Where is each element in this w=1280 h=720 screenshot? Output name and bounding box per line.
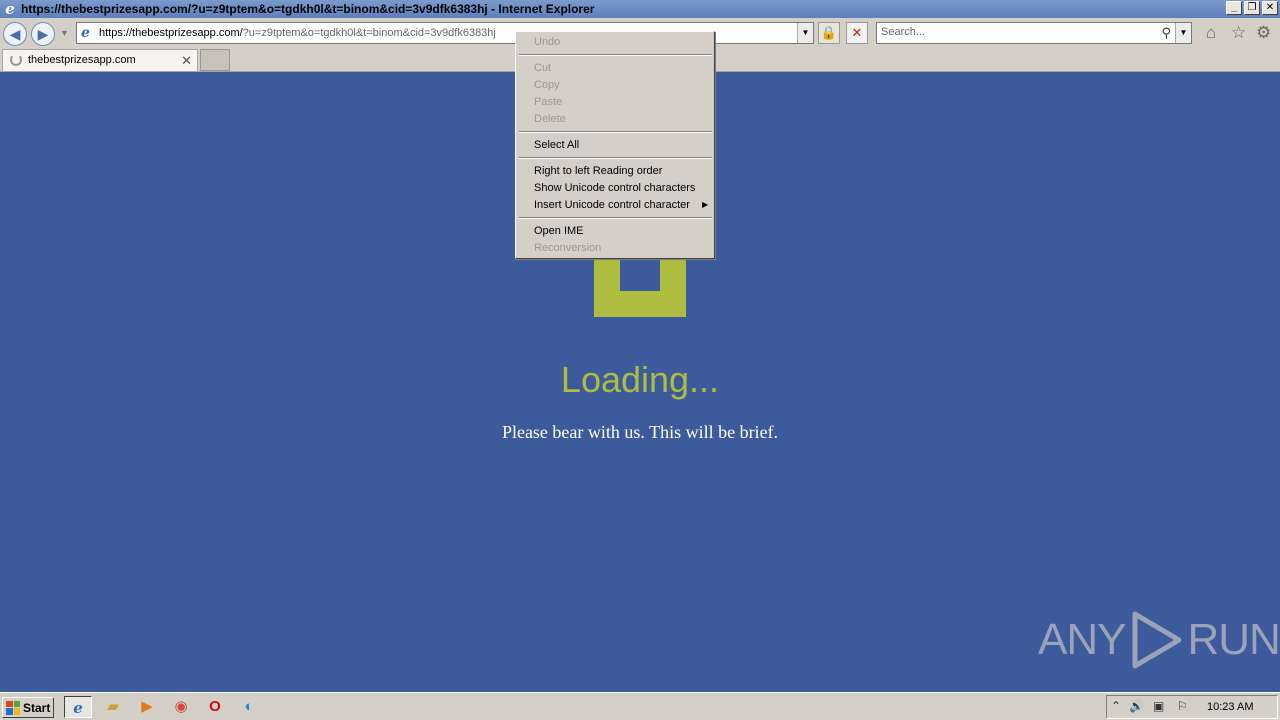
menu-separator: [519, 157, 712, 159]
home-icon[interactable]: ⌂: [1206, 24, 1216, 42]
new-tab-button[interactable]: [200, 49, 230, 71]
start-button[interactable]: Start: [2, 697, 54, 718]
loading-subtitle: Please bear with us. This will be brief.: [501, 422, 779, 442]
search-input[interactable]: [881, 26, 1151, 38]
watermark-right-text: RUN: [1187, 615, 1280, 664]
network-icon[interactable]: ▣: [1153, 699, 1164, 713]
clock[interactable]: 10:23 AM: [1207, 701, 1253, 713]
address-url[interactable]: https://thebestprizesapp.com/?u=z9tptem&…: [99, 27, 496, 39]
minimize-button[interactable]: _: [1226, 1, 1242, 15]
stop-button[interactable]: ✕: [846, 22, 868, 44]
menu-separator: [519, 131, 712, 133]
tab-label: thebestprizesapp.com: [28, 54, 136, 66]
submenu-arrow-icon: ▶: [702, 200, 709, 209]
menu-item-open-ime[interactable]: Open IME: [534, 225, 584, 237]
watermark-left-text: ANY: [1038, 615, 1126, 664]
security-lock-button[interactable]: 🔒: [818, 22, 840, 44]
search-box[interactable]: ⚲ ▼: [876, 22, 1192, 44]
site-logo: [594, 260, 686, 317]
menu-item-copy[interactable]: Copy: [534, 79, 560, 91]
tab-close-icon[interactable]: ✕: [181, 53, 192, 69]
menu-item-cut[interactable]: Cut: [534, 62, 551, 74]
address-query: ?u=z9tptem&o=tgdkh0l&t=binom&cid=3v9dfk6…: [242, 27, 496, 39]
gear-icon[interactable]: ⚙: [1256, 24, 1271, 42]
close-button[interactable]: ✕: [1262, 1, 1278, 15]
recent-pages-dropdown[interactable]: ▼: [60, 28, 69, 38]
menu-item-insert-unicode[interactable]: Insert Unicode control character: [534, 199, 690, 211]
menu-item-show-unicode[interactable]: Show Unicode control characters: [534, 182, 695, 194]
loading-heading: Loading...: [560, 359, 720, 400]
loading-spinner-icon: [10, 54, 22, 66]
menu-item-select-all[interactable]: Select All: [534, 139, 579, 151]
favorites-star-icon[interactable]: ☆: [1231, 24, 1246, 42]
opera-icon[interactable]: O: [201, 696, 229, 718]
menu-separator: [519, 217, 712, 219]
show-hidden-icons-icon[interactable]: ⌃: [1111, 699, 1121, 713]
menu-item-rtl-reading-order[interactable]: Right to left Reading order: [534, 165, 662, 177]
system-tray: ⌃ 🔊 ▣ ⚐ 10:23 AM: [1106, 695, 1278, 719]
action-center-flag-icon[interactable]: ⚐: [1177, 699, 1188, 713]
menu-separator: [519, 54, 712, 56]
forward-arrow-icon: ▶: [37, 26, 49, 42]
windows-logo-icon: [6, 700, 20, 715]
folder-icon[interactable]: ▰: [99, 696, 127, 718]
title-bar: e https://thebestprizesapp.com/?u=z9tpte…: [0, 0, 1280, 18]
back-arrow-icon: ◀: [9, 26, 21, 42]
menu-item-delete[interactable]: Delete: [534, 113, 566, 125]
search-dropdown-button[interactable]: ▼: [1175, 23, 1191, 43]
internet-explorer-icon: e: [5, 0, 15, 18]
back-button[interactable]: ◀: [3, 22, 27, 46]
edge-icon[interactable]: ◐: [235, 696, 263, 718]
menu-item-undo[interactable]: Undo: [534, 36, 560, 48]
menu-item-paste[interactable]: Paste: [534, 96, 562, 108]
menu-item-reconversion[interactable]: Reconversion: [534, 242, 601, 254]
address-host: https://thebestprizesapp.com/: [99, 27, 243, 39]
tab-thebestprizesapp[interactable]: thebestprizesapp.com ✕: [2, 49, 198, 71]
taskbar: Start e ▰ ▶ ◉ O ◐ ⌃ 🔊 ▣ ⚐ 10:23 AM: [0, 692, 1280, 720]
lock-icon: 🔒: [820, 25, 838, 40]
forward-button[interactable]: ▶: [31, 22, 55, 46]
address-dropdown-button[interactable]: ▼: [797, 23, 813, 43]
volume-icon[interactable]: 🔊: [1129, 699, 1144, 713]
close-icon: ✕: [851, 25, 863, 40]
chrome-icon[interactable]: ◉: [167, 696, 195, 718]
media-player-icon[interactable]: ▶: [133, 696, 161, 718]
start-label: Start: [23, 700, 51, 715]
window-controls: _ ❐ ✕: [1226, 1, 1278, 15]
restore-button[interactable]: ❐: [1244, 1, 1260, 15]
search-icon[interactable]: ⚲: [1161, 25, 1171, 41]
context-menu: Undo Cut Copy Paste Delete Select All Ri…: [515, 31, 715, 259]
page-icon: e: [81, 25, 90, 41]
window-title: https://thebestprizesapp.com/?u=z9tptem&…: [21, 2, 595, 16]
play-icon: [1132, 611, 1182, 669]
internet-explorer-icon[interactable]: e: [64, 696, 92, 718]
anyrun-watermark: ANY RUN: [1038, 610, 1280, 670]
